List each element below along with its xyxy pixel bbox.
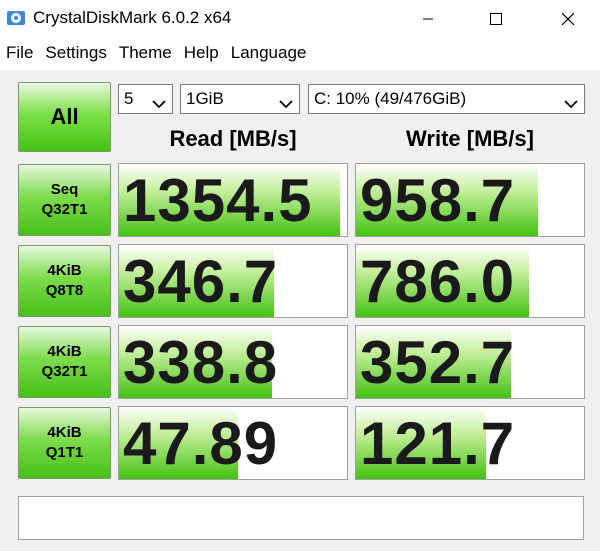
- drive-value: C: 10% (49/476GiB): [314, 89, 467, 108]
- write-value: 958.7: [360, 167, 516, 234]
- chevron-down-icon: [279, 94, 293, 114]
- menu-language[interactable]: Language: [231, 40, 307, 68]
- chevron-down-icon: [152, 94, 166, 114]
- menu-settings[interactable]: Settings: [45, 40, 106, 68]
- test-size-value: 1GiB: [186, 89, 224, 108]
- test-label-line1: 4KiB: [47, 262, 82, 279]
- chevron-down-icon: [564, 94, 578, 114]
- main-panel: All 5 1GiB C: 10% (49/476GiB) Read [MB/s…: [0, 70, 600, 551]
- write-value: 352.7: [360, 329, 516, 396]
- comment-input[interactable]: [18, 496, 584, 540]
- read-header: Read [MB/s]: [169, 126, 297, 151]
- write-result: 352.7: [355, 325, 585, 399]
- read-value: 1354.5: [123, 167, 313, 234]
- 4kib-q32t1-button[interactable]: 4KiB Q32T1: [18, 326, 111, 398]
- crystaldiskmark-icon: [6, 8, 26, 28]
- read-result: 338.8: [118, 325, 348, 399]
- test-count-select[interactable]: 5: [118, 84, 173, 114]
- test-label-line2: Q1T1: [45, 444, 84, 461]
- window-title: CrystalDiskMark 6.0.2 x64: [33, 8, 232, 27]
- write-result: 786.0: [355, 244, 585, 318]
- seq-q32t1-button[interactable]: Seq Q32T1: [18, 164, 111, 236]
- close-icon: [561, 12, 575, 26]
- maximize-button[interactable]: [473, 0, 519, 38]
- menu-help[interactable]: Help: [184, 40, 219, 68]
- test-label-line1: 4KiB: [47, 424, 82, 441]
- write-header: Write [MB/s]: [406, 126, 534, 151]
- read-value: 47.89: [123, 410, 279, 477]
- run-all-button[interactable]: All: [18, 82, 111, 152]
- write-result: 121.7: [355, 406, 585, 480]
- read-result: 346.7: [118, 244, 348, 318]
- write-value: 121.7: [360, 410, 516, 477]
- test-label-line2: Q32T1: [41, 201, 88, 218]
- read-value: 338.8: [123, 329, 279, 396]
- menu-file[interactable]: File: [6, 40, 33, 68]
- 4kib-q1t1-button[interactable]: 4KiB Q1T1: [18, 407, 111, 479]
- minimize-button[interactable]: [405, 0, 451, 38]
- minimize-icon: [422, 13, 434, 25]
- close-button[interactable]: [545, 0, 591, 38]
- menu-theme[interactable]: Theme: [119, 40, 172, 68]
- read-result: 47.89: [118, 406, 348, 480]
- menu-bar: File Settings Theme Help Language: [0, 40, 600, 68]
- read-result: 1354.5: [118, 163, 348, 237]
- test-label-line2: Q8T8: [45, 282, 84, 299]
- test-label-line1: 4KiB: [47, 343, 82, 360]
- title-bar: CrystalDiskMark 6.0.2 x64: [0, 0, 600, 38]
- maximize-icon: [490, 13, 502, 25]
- write-result: 958.7: [355, 163, 585, 237]
- write-value: 786.0: [360, 248, 516, 315]
- test-label-line2: Q32T1: [41, 363, 88, 380]
- test-size-select[interactable]: 1GiB: [180, 84, 300, 114]
- 4kib-q8t8-button[interactable]: 4KiB Q8T8: [18, 245, 111, 317]
- read-value: 346.7: [123, 248, 279, 315]
- drive-select[interactable]: C: 10% (49/476GiB): [308, 84, 585, 114]
- test-label-line1: Seq: [50, 181, 79, 198]
- test-count-value: 5: [124, 89, 134, 108]
